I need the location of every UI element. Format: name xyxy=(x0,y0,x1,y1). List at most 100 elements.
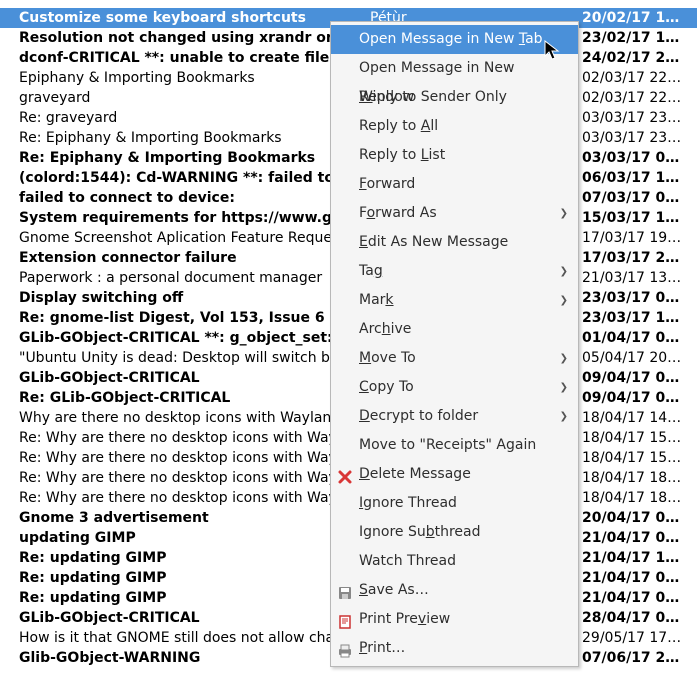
message-date: 07/03/17 0… xyxy=(582,188,697,208)
context-menu: Open Message in New Tab Open Message in … xyxy=(330,21,579,667)
message-date: 24/02/17 2… xyxy=(582,48,697,68)
message-date: 18/04/17 18… xyxy=(582,468,697,488)
message-subject: Gnome 3 advertisement xyxy=(19,508,369,528)
message-subject: Customize some keyboard shortcuts xyxy=(19,8,369,28)
message-subject: Why are there no desktop icons with Wayl… xyxy=(19,408,369,428)
message-date: 21/04/17 0… xyxy=(582,568,697,588)
menu-label: Print… xyxy=(359,640,405,656)
message-subject: Extension connector failure xyxy=(19,248,369,268)
menu-print[interactable]: Print… xyxy=(331,634,578,663)
message-subject: Re: Epiphany & Importing Bookmarks xyxy=(19,148,369,168)
message-subject: Paperwork : a personal document manager xyxy=(19,268,369,288)
menu-archive[interactable]: Archive xyxy=(331,315,578,344)
message-subject: Re: GLib-GObject-CRITICAL xyxy=(19,388,369,408)
menu-reply-all[interactable]: Reply to All xyxy=(331,112,578,141)
menu-decrypt[interactable]: Decrypt to folder ❯ xyxy=(331,402,578,431)
message-subject: How is it that GNOME still does not allo… xyxy=(19,628,369,648)
message-subject: Gnome Screenshot Aplication Feature Requ… xyxy=(19,228,369,248)
menu-label: Print Preview xyxy=(359,611,450,627)
menu-delete[interactable]: Delete Message xyxy=(331,460,578,489)
message-date: 21/04/17 1… xyxy=(582,548,697,568)
menu-open-new-window[interactable]: Open Message in New Window xyxy=(331,54,578,83)
message-subject: updating GIMP xyxy=(19,528,369,548)
menu-label: Move to "Receipts" Again xyxy=(359,437,536,453)
menu-copy-to[interactable]: Copy To ❯ xyxy=(331,373,578,402)
menu-label: Forward As xyxy=(359,205,437,221)
message-date: 06/03/17 1… xyxy=(582,168,697,188)
menu-label: Forward xyxy=(359,176,415,192)
message-date: 18/04/17 18… xyxy=(582,488,697,508)
menu-ignore-subthread[interactable]: Ignore Subthread xyxy=(331,518,578,547)
message-subject: Re: graveyard xyxy=(19,108,369,128)
menu-save-as[interactable]: Save As… xyxy=(331,576,578,605)
message-date: 21/04/17 0… xyxy=(582,588,697,608)
menu-forward-as[interactable]: Forward As ❯ xyxy=(331,199,578,228)
message-date: 20/04/17 0… xyxy=(582,508,697,528)
message-subject: Re: Epiphany & Importing Bookmarks xyxy=(19,128,369,148)
menu-ignore-thread[interactable]: Ignore Thread xyxy=(331,489,578,518)
message-subject: Re: updating GIMP xyxy=(19,568,369,588)
menu-label: Decrypt to folder xyxy=(359,408,478,424)
message-date: 21/03/17 13… xyxy=(582,268,697,288)
message-date: 18/04/17 15… xyxy=(582,448,697,468)
menu-label: Tag xyxy=(359,263,383,279)
menu-move-to[interactable]: Move To ❯ xyxy=(331,344,578,373)
message-subject: Re: Why are there no desktop icons with … xyxy=(19,448,369,468)
menu-label: Edit As New Message xyxy=(359,234,508,250)
chevron-right-icon: ❯ xyxy=(560,373,568,402)
menu-print-preview[interactable]: Print Preview xyxy=(331,605,578,634)
menu-forward[interactable]: Forward xyxy=(331,170,578,199)
message-subject: Re: gnome-list Digest, Vol 153, Issue 6 xyxy=(19,308,369,328)
menu-reply-sender[interactable]: Reply to Sender Only xyxy=(331,83,578,112)
menu-edit-as-new[interactable]: Edit As New Message xyxy=(331,228,578,257)
message-date: 29/05/17 17… xyxy=(582,628,697,648)
message-subject: GLib-GObject-CRITICAL xyxy=(19,608,369,628)
menu-mark[interactable]: Mark ❯ xyxy=(331,286,578,315)
menu-label: Reply to Sender Only xyxy=(359,89,507,105)
menu-label: Copy To xyxy=(359,379,414,395)
menu-open-new-tab[interactable]: Open Message in New Tab xyxy=(331,25,578,54)
message-date: 01/04/17 0… xyxy=(582,328,697,348)
menu-label: Delete Message xyxy=(359,466,471,482)
chevron-right-icon: ❯ xyxy=(560,199,568,228)
menu-label: Watch Thread xyxy=(359,553,456,569)
chevron-right-icon: ❯ xyxy=(560,286,568,315)
message-date: 23/03/17 1… xyxy=(582,308,697,328)
message-subject: dconf-CRITICAL **: unable to create file… xyxy=(19,48,369,68)
message-subject: "Ubuntu Unity is dead: Desktop will swit… xyxy=(19,348,369,368)
message-date: 03/03/17 0… xyxy=(582,148,697,168)
menu-label: Reply to All xyxy=(359,118,438,134)
menu-tag[interactable]: Tag ❯ xyxy=(331,257,578,286)
message-subject: GLib-GObject-CRITICAL **: g_object_set: … xyxy=(19,328,369,348)
message-subject: Display switching off xyxy=(19,288,369,308)
message-subject: Re: Why are there no desktop icons with … xyxy=(19,488,369,508)
message-date: 15/03/17 1… xyxy=(582,208,697,228)
message-subject: graveyard xyxy=(19,88,369,108)
menu-label: Ignore Thread xyxy=(359,495,457,511)
message-date: 28/04/17 0… xyxy=(582,608,697,628)
message-date: 20/02/17 1… xyxy=(582,8,697,28)
menu-watch-thread[interactable]: Watch Thread xyxy=(331,547,578,576)
message-date: 18/04/17 15… xyxy=(582,428,697,448)
chevron-right-icon: ❯ xyxy=(560,344,568,373)
chevron-right-icon: ❯ xyxy=(560,402,568,431)
message-date: 17/03/17 19… xyxy=(582,228,697,248)
menu-label: Move To xyxy=(359,350,416,366)
message-subject: Re: updating GIMP xyxy=(19,548,369,568)
message-subject: failed to connect to device: xyxy=(19,188,369,208)
menu-label: Open Message in New Tab xyxy=(359,31,543,47)
message-date: 17/03/17 2… xyxy=(582,248,697,268)
message-date: 03/03/17 23… xyxy=(582,108,697,128)
message-subject: Epiphany & Importing Bookmarks xyxy=(19,68,369,88)
message-date: 23/02/17 1… xyxy=(582,28,697,48)
menu-label: Archive xyxy=(359,321,411,337)
message-subject: Re: updating GIMP xyxy=(19,588,369,608)
menu-move-receipts[interactable]: Move to "Receipts" Again xyxy=(331,431,578,460)
message-subject: System requirements for https://www.gnom xyxy=(19,208,369,228)
menu-label: Reply to List xyxy=(359,147,445,163)
message-date: 03/03/17 23… xyxy=(582,128,697,148)
menu-reply-list[interactable]: Reply to List xyxy=(331,141,578,170)
message-date: 09/04/17 0… xyxy=(582,388,697,408)
message-subject: Glib-GObject-WARNING xyxy=(19,648,369,668)
message-subject: GLib-GObject-CRITICAL xyxy=(19,368,369,388)
